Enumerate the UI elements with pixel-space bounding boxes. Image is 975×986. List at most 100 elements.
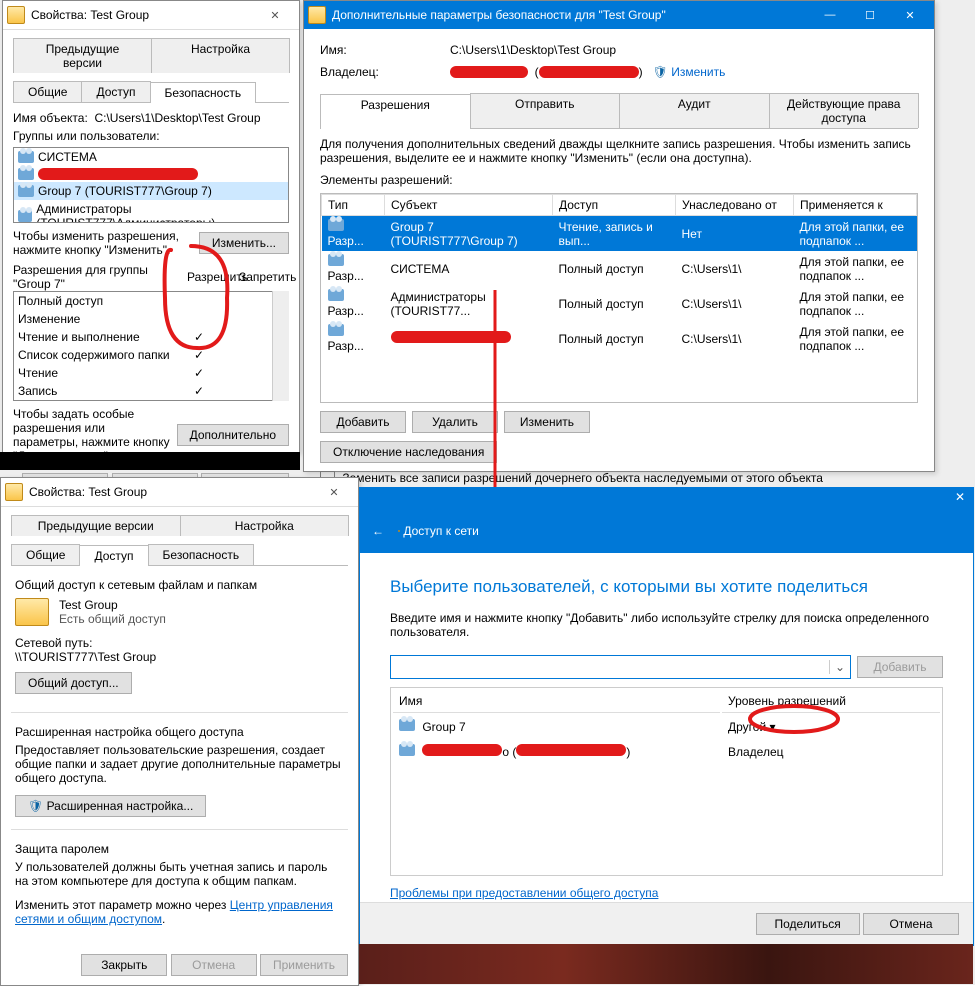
edit-button[interactable]: Изменить [504,411,590,433]
list-item[interactable]: Group 7 (TOURIST777\Group 7) [38,184,212,198]
groups-listbox[interactable]: СИСТЕМА Group 7 (TOURIST777\Group 7) Адм… [13,147,289,223]
cancel-button[interactable]: Отмена [863,913,959,935]
folder-icon [398,530,400,532]
close-icon[interactable]: ✕ [255,1,295,29]
page-title: Выберите пользователей, с которыми вы хо… [390,577,943,597]
tab-security[interactable]: Безопасность [150,82,257,103]
group-icon [18,151,34,163]
tab-prev-versions[interactable]: Предыдущие версии [11,515,181,536]
user-input[interactable] [391,660,829,674]
remove-button[interactable]: Удалить [412,411,498,433]
table-row[interactable]: Разр... Group 7 (TOURIST777\Group 7)Чтен… [322,216,917,252]
col-level[interactable]: Уровень разрешений [722,690,940,713]
pwd-hint: Изменить этот параметр можно через [15,898,230,912]
tab-customize[interactable]: Настройка [180,515,350,536]
adv-text: Предоставляет пользовательские разрешени… [15,743,344,785]
maximize-icon[interactable]: ☐ [850,1,890,29]
tab-customize[interactable]: Настройка [151,38,290,73]
scrollbar[interactable] [272,291,289,401]
titlebar[interactable]: Свойства: Test Group ✕ [3,1,299,30]
close-icon[interactable]: ✕ [314,478,354,506]
titlebar[interactable]: Свойства: Test Group ✕ [1,478,358,507]
cancel-button[interactable]: Отмена [171,954,257,976]
share-button[interactable]: Поделиться [756,913,860,935]
edit-button[interactable]: Изменить... [199,232,289,254]
tabstrip-upper: Предыдущие версии Настройка [11,515,348,536]
taskbar-fragment [0,452,300,470]
tab-share[interactable]: Отправить [470,93,621,128]
close-icon[interactable]: ✕ [955,490,965,504]
permissions-list[interactable]: Полный доступ Изменение Чтение и выполне… [13,291,272,401]
change-owner-link[interactable]: Изменить [671,65,725,79]
back-icon[interactable]: ← [372,524,384,538]
col-type[interactable]: Тип [322,195,385,216]
col-access[interactable]: Доступ [553,195,676,216]
netpath-value: \\TOURIST777\Test Group [15,650,344,664]
advanced-button[interactable]: Дополнительно [177,424,289,446]
tab-general[interactable]: Общие [11,544,80,565]
replace-label: Заменить все записи разрешений дочернего… [342,471,823,485]
redacted [516,744,626,756]
titlebar[interactable]: Дополнительные параметры безопасности дл… [304,1,934,29]
tab-permissions[interactable]: Разрешения [320,94,471,129]
object-path: C:\Users\1\Desktop\Test Group [450,43,616,57]
col-deny: Запретить [239,270,289,284]
tab-effective[interactable]: Действующие права доступа [769,93,920,128]
col-subject[interactable]: Субъект [385,195,553,216]
add-button[interactable]: Добавить [857,656,943,678]
share-button[interactable]: Общий доступ... [15,672,132,694]
tab-general[interactable]: Общие [13,81,82,102]
redacted [422,744,502,756]
col-applies[interactable]: Применяется к [794,195,917,216]
tab-prev-versions[interactable]: Предыдущие версии [13,38,152,73]
permissions-table[interactable]: Тип Субъект Доступ Унаследовано от Приме… [321,194,917,402]
advanced-share-button[interactable]: 🛡 Расширенная настройка... [15,795,206,817]
table-row[interactable]: Разр... СИСТЕМАПолный доступC:\Users\1\Д… [322,251,917,286]
share-users-table[interactable]: Имя Уровень разрешений Group 7 Другой ▾ … [390,687,943,876]
close-icon[interactable]: ✕ [890,1,930,29]
tab-sharing[interactable]: Доступ [81,81,150,102]
col-allow: Разрешить [187,270,239,284]
folder-name: Test Group [59,598,166,612]
pwd-text: У пользователей должны быть учетная запи… [15,860,344,888]
window-title: Свойства: Test Group [31,8,149,22]
list-item[interactable]: Администраторы (TOURIST777\Администратор… [36,202,284,223]
group-icon [328,219,344,231]
elements-label: Элементы разрешений: [320,173,918,187]
object-path: C:\Users\1\Desktop\Test Group [94,111,260,125]
redacted-owner [450,66,528,78]
minimize-icon[interactable]: — [810,1,850,29]
table-row[interactable]: o () Владелец [393,740,940,763]
section-label: Защита паролем [15,842,344,856]
edit-hint: Чтобы изменить разрешения, нажмите кнопк… [13,229,199,257]
permission-level-dropdown[interactable]: Другой ▾ [722,715,940,738]
folder-icon [308,6,326,24]
chevron-down-icon[interactable]: ⌄ [829,660,850,674]
window-title: Свойства: Test Group [29,485,147,499]
tab-security[interactable]: Безопасность [148,544,255,565]
network-access-window: ✕ ← Доступ к сети Выберите пользователей… [359,487,974,946]
tab-audit[interactable]: Аудит [619,93,770,128]
table-row[interactable]: Разр... Полный доступC:\Users\1\Для этой… [322,321,917,356]
advanced-security-window: Дополнительные параметры безопасности дл… [303,0,935,472]
redacted-owner2 [539,66,639,78]
user-icon [18,168,34,180]
titlebar[interactable]: ✕ [360,488,973,508]
apply-button[interactable]: Применить [260,954,348,976]
tab-sharing[interactable]: Доступ [79,545,148,566]
table-row[interactable]: Group 7 Другой ▾ [393,715,940,738]
redacted-subject [391,331,511,343]
group-icon [328,254,344,266]
tabstrip-lower: Общие Доступ Безопасность [13,81,289,103]
troubleshoot-link[interactable]: Проблемы при предоставлении общего досту… [390,886,658,900]
table-row[interactable]: Разр... Администраторы (TOURIST77...Полн… [322,286,917,321]
properties-security-window: Свойства: Test Group ✕ Предыдущие версии… [2,0,300,453]
list-item[interactable]: СИСТЕМА [38,150,97,164]
disable-inheritance-button[interactable]: Отключение наследования [320,441,497,463]
close-button[interactable]: Закрыть [81,954,167,976]
add-button[interactable]: Добавить [320,411,406,433]
col-inherited[interactable]: Унаследовано от [676,195,794,216]
col-name[interactable]: Имя [393,690,720,713]
user-combo[interactable]: ⌄ [390,655,851,679]
owner-label: Владелец: [320,65,450,79]
